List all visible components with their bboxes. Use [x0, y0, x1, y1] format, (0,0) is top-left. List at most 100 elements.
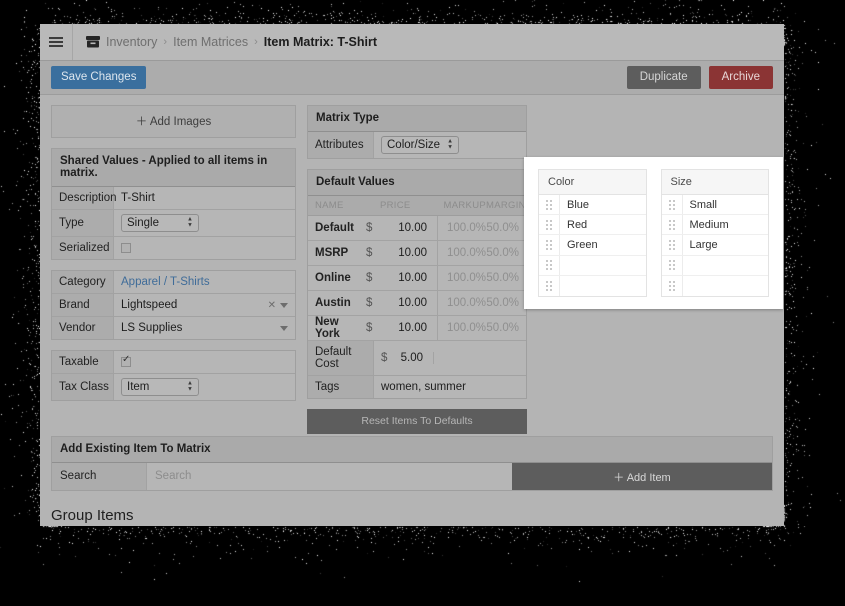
- save-changes-button[interactable]: Save Changes: [51, 66, 146, 89]
- list-item[interactable]: Large: [662, 235, 769, 255]
- serialized-checkbox[interactable]: [121, 243, 131, 253]
- drag-dots-icon[interactable]: [662, 276, 683, 296]
- app-window: Inventory › Item Matrices › Item Matrix:…: [40, 24, 784, 526]
- tax-class-field-wrap: Item ▲ ▼: [114, 374, 295, 400]
- tags-field[interactable]: women, summer: [374, 377, 526, 397]
- drag-dots-icon[interactable]: [539, 235, 560, 254]
- margin-value: 50.0%: [486, 322, 526, 334]
- margin-value: 50.0%: [486, 297, 526, 309]
- attribute-value: Large: [683, 239, 718, 251]
- drag-dots-icon[interactable]: [662, 195, 683, 214]
- breadcrumb-item-item-matrices[interactable]: Item Matrices: [173, 35, 248, 49]
- list-item[interactable]: [539, 256, 646, 276]
- price-input[interactable]: 10.00: [380, 291, 438, 315]
- tax-class-label: Tax Class: [52, 374, 114, 400]
- markup-value: 100.0%: [438, 222, 486, 234]
- middle-column: Matrix Type Attributes Color/Size ▲ ▼ Def…: [307, 105, 527, 434]
- description-field[interactable]: T-Shirt: [114, 188, 295, 208]
- add-images-button[interactable]: ＋ Add Images: [51, 105, 296, 138]
- drag-dots-icon[interactable]: [539, 195, 560, 214]
- taxable-field-wrap: [114, 353, 295, 371]
- attribute-list-size: Size Small Medium Large: [661, 169, 770, 297]
- type-row: Type Single ▲ ▼: [52, 210, 295, 237]
- list-item[interactable]: Blue: [539, 195, 646, 215]
- taxable-checkbox[interactable]: [121, 357, 131, 367]
- inventory-box-icon: [86, 36, 100, 48]
- default-cost-label: Default Cost: [308, 341, 374, 375]
- taxable-row: Taxable: [52, 351, 295, 374]
- attributes-row: Attributes Color/Size ▲ ▼: [308, 132, 526, 158]
- brand-value[interactable]: Lightspeed: [121, 299, 264, 311]
- default-cost-field-wrap: $ 5.00: [374, 352, 526, 364]
- add-item-button[interactable]: ＋ Add Item: [512, 463, 772, 490]
- breadcrumb-separator: ›: [163, 36, 167, 48]
- currency-symbol: $: [374, 352, 387, 364]
- default-values-title: Default Values: [308, 170, 526, 196]
- taxable-label: Taxable: [52, 351, 114, 373]
- type-select[interactable]: Single ▲ ▼: [121, 214, 199, 232]
- markup-value: 100.0%: [438, 247, 486, 259]
- vendor-label: Vendor: [52, 317, 114, 339]
- type-label: Type: [52, 210, 114, 236]
- vendor-value[interactable]: LS Supplies: [121, 322, 276, 334]
- group-items-title: Group Items: [51, 491, 773, 526]
- price-input[interactable]: 10.00: [380, 316, 438, 340]
- category-panel: Category Apparel / T-Shirts Brand Lights…: [51, 270, 296, 340]
- attribute-value: Blue: [560, 199, 589, 211]
- add-existing-item-title: Add Existing Item To Matrix: [52, 437, 772, 463]
- price-input[interactable]: 10.00: [380, 241, 438, 265]
- attribute-value: Green: [560, 239, 598, 251]
- serialized-label: Serialized: [52, 237, 114, 259]
- drag-dots-icon[interactable]: [539, 276, 560, 296]
- column-header-name: NAME: [308, 200, 366, 211]
- category-field-wrap: Apparel / T-Shirts: [114, 272, 295, 292]
- hamburger-icon: [49, 35, 63, 49]
- drag-dots-icon[interactable]: [662, 235, 683, 254]
- price-input[interactable]: 10.00: [380, 266, 438, 290]
- list-item[interactable]: Red: [539, 215, 646, 235]
- reset-items-to-defaults-button[interactable]: Reset Items To Defaults: [307, 409, 527, 434]
- breadcrumb-item-inventory[interactable]: Inventory: [106, 35, 157, 49]
- drag-dots-icon[interactable]: [662, 256, 683, 275]
- left-column: ＋ Add Images Shared Values - Applied to …: [51, 105, 296, 411]
- tax-class-row: Tax Class Item ▲ ▼: [52, 374, 295, 400]
- list-item[interactable]: [662, 276, 769, 296]
- vendor-field-wrap: LS Supplies: [114, 318, 295, 338]
- drag-dots-icon[interactable]: [539, 256, 560, 275]
- row-name: Online: [308, 272, 366, 284]
- default-cost-input[interactable]: 5.00: [391, 352, 434, 364]
- list-item[interactable]: [539, 276, 646, 296]
- attributes-field-wrap: Color/Size ▲ ▼: [374, 132, 526, 158]
- spinner-arrows-icon: ▲ ▼: [447, 140, 453, 151]
- brand-label: Brand: [52, 294, 114, 316]
- attribute-value: Red: [560, 219, 587, 231]
- list-item[interactable]: Medium: [662, 215, 769, 235]
- drag-dots-icon[interactable]: [662, 215, 683, 234]
- attributes-select[interactable]: Color/Size ▲ ▼: [381, 136, 459, 154]
- price-input[interactable]: 10.00: [380, 216, 438, 240]
- spinner-arrows-icon: ▲ ▼: [187, 382, 193, 393]
- archive-button[interactable]: Archive: [709, 66, 773, 89]
- matrix-type-panel: Matrix Type Attributes Color/Size ▲ ▼: [307, 105, 527, 159]
- search-input[interactable]: [147, 463, 512, 490]
- drag-dots-icon[interactable]: [539, 215, 560, 234]
- default-values-header: NAME PRICE MARKUP MARGIN: [308, 196, 526, 216]
- serialized-row: Serialized: [52, 237, 295, 259]
- duplicate-button[interactable]: Duplicate: [627, 66, 701, 89]
- row-name: Austin: [308, 297, 366, 309]
- chevron-down-icon[interactable]: [280, 303, 288, 308]
- currency-symbol: $: [366, 222, 380, 234]
- type-select-value: Single: [127, 217, 159, 229]
- list-item[interactable]: Green: [539, 235, 646, 255]
- clear-x-icon[interactable]: ✕: [268, 300, 276, 311]
- list-item[interactable]: [662, 256, 769, 276]
- row-name: New York: [308, 316, 366, 340]
- chevron-down-icon[interactable]: [280, 326, 288, 331]
- tax-class-select[interactable]: Item ▲ ▼: [121, 378, 199, 396]
- action-toolbar: Save Changes Duplicate Archive: [40, 61, 784, 95]
- currency-symbol: $: [366, 272, 380, 284]
- hamburger-menu-icon[interactable]: [40, 24, 73, 60]
- attribute-value: Small: [683, 199, 718, 211]
- list-item[interactable]: Small: [662, 195, 769, 215]
- category-link[interactable]: Apparel / T-Shirts: [121, 276, 210, 288]
